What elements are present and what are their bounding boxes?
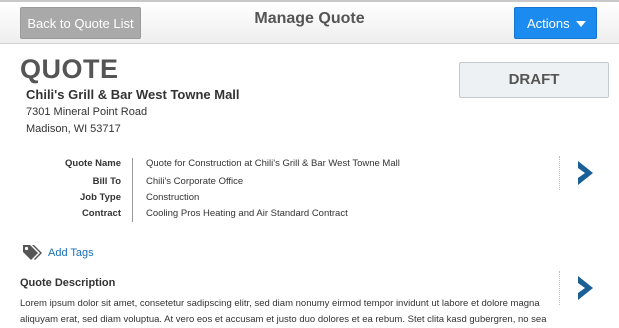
caret-down-icon [576,21,586,27]
detail-value: Quote for Construction at Chili's Grill … [146,158,400,169]
customer-name: Chili's Grill & Bar West Towne Mall [26,87,240,102]
detail-value: Chili's Corporate Office [146,176,244,187]
status-badge: DRAFT [459,62,609,98]
detail-value: Construction [146,192,200,203]
actions-button[interactable]: Actions [514,7,597,39]
detail-value: Cooling Pros Heating and Air Standard Co… [146,208,348,219]
detail-label: Job Type [80,192,121,203]
address-line-1: 7301 Mineral Point Road [26,106,148,118]
tag-icon[interactable] [22,243,44,266]
description-heading: Quote Description [20,277,116,289]
top-bar: Back to Quote List Manage Quote Actions [0,0,619,44]
description-text: Lorem ipsum dolor sit amet, consetetur s… [20,298,547,325]
detail-label: Contract [81,208,121,219]
divider [559,156,561,190]
quote-heading: QUOTE [20,54,119,84]
chevron-right-icon[interactable] [575,160,595,191]
details-divider [132,158,133,222]
address-line-2: Madison, WI 53717 [26,123,121,135]
detail-label: Bill To [92,176,121,187]
add-tags-link[interactable]: Add Tags [48,247,94,259]
actions-label: Actions [527,16,570,31]
chevron-right-icon[interactable] [575,275,595,306]
detail-label: Quote Name [65,158,121,169]
